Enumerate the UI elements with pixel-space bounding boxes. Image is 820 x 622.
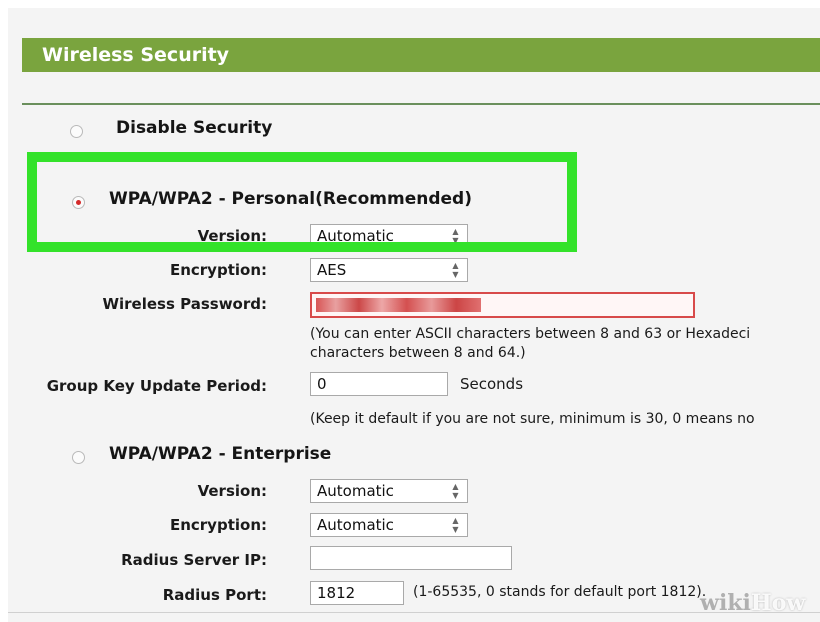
select-arrows-icon: ▲ ▼ [452,482,459,500]
password-note-line-1: (You can enter ASCII characters between … [310,326,751,342]
radius-server-ip-input[interactable] [310,546,512,570]
group-key-unit: Seconds [460,375,524,393]
wpa-enterprise-label: WPA/WPA2 - Enterprise [109,444,332,464]
radius-server-ip-label: Radius Server IP: [121,551,267,569]
radius-port-note: (1-65535, 0 stands for default port 1812… [413,584,707,600]
highlight-box [27,152,577,252]
enterprise-version-select[interactable]: Automatic ▲ ▼ [310,479,468,503]
select-arrows-icon: ▲ ▼ [452,516,459,534]
select-arrows-icon: ▲ ▼ [452,261,459,279]
wpa-enterprise-radio[interactable] [72,451,85,464]
enterprise-encryption-select[interactable]: Automatic ▲ ▼ [310,513,468,537]
wireless-password-input[interactable] [310,292,695,318]
wikihow-watermark: wikiHow [700,590,805,616]
group-key-note: (Keep it default if you are not sure, mi… [310,411,755,427]
disable-security-label: Disable Security [116,118,273,138]
watermark-wiki: wiki [700,590,751,616]
personal-encryption-select[interactable]: AES ▲ ▼ [310,258,468,282]
group-key-input[interactable]: 0 [310,372,448,396]
enterprise-version-label: Version: [197,482,267,500]
disable-security-radio[interactable] [70,125,83,138]
password-note-line-2: characters between 8 and 64.) [310,345,526,361]
password-redaction [316,298,481,312]
personal-encryption-value: AES [317,261,347,279]
header-divider [22,103,820,105]
bottom-divider [8,612,820,613]
enterprise-encryption-label: Encryption: [169,516,267,534]
radius-port-input[interactable]: 1812 [310,581,404,605]
personal-encryption-label: Encryption: [169,261,267,279]
enterprise-encryption-value: Automatic [317,516,394,534]
watermark-how: How [750,590,806,616]
section-header: Wireless Security [22,38,820,72]
group-key-label: Group Key Update Period: [46,377,267,395]
enterprise-version-value: Automatic [317,482,394,500]
wireless-password-label: Wireless Password: [102,295,267,313]
radius-port-label: Radius Port: [162,586,267,604]
